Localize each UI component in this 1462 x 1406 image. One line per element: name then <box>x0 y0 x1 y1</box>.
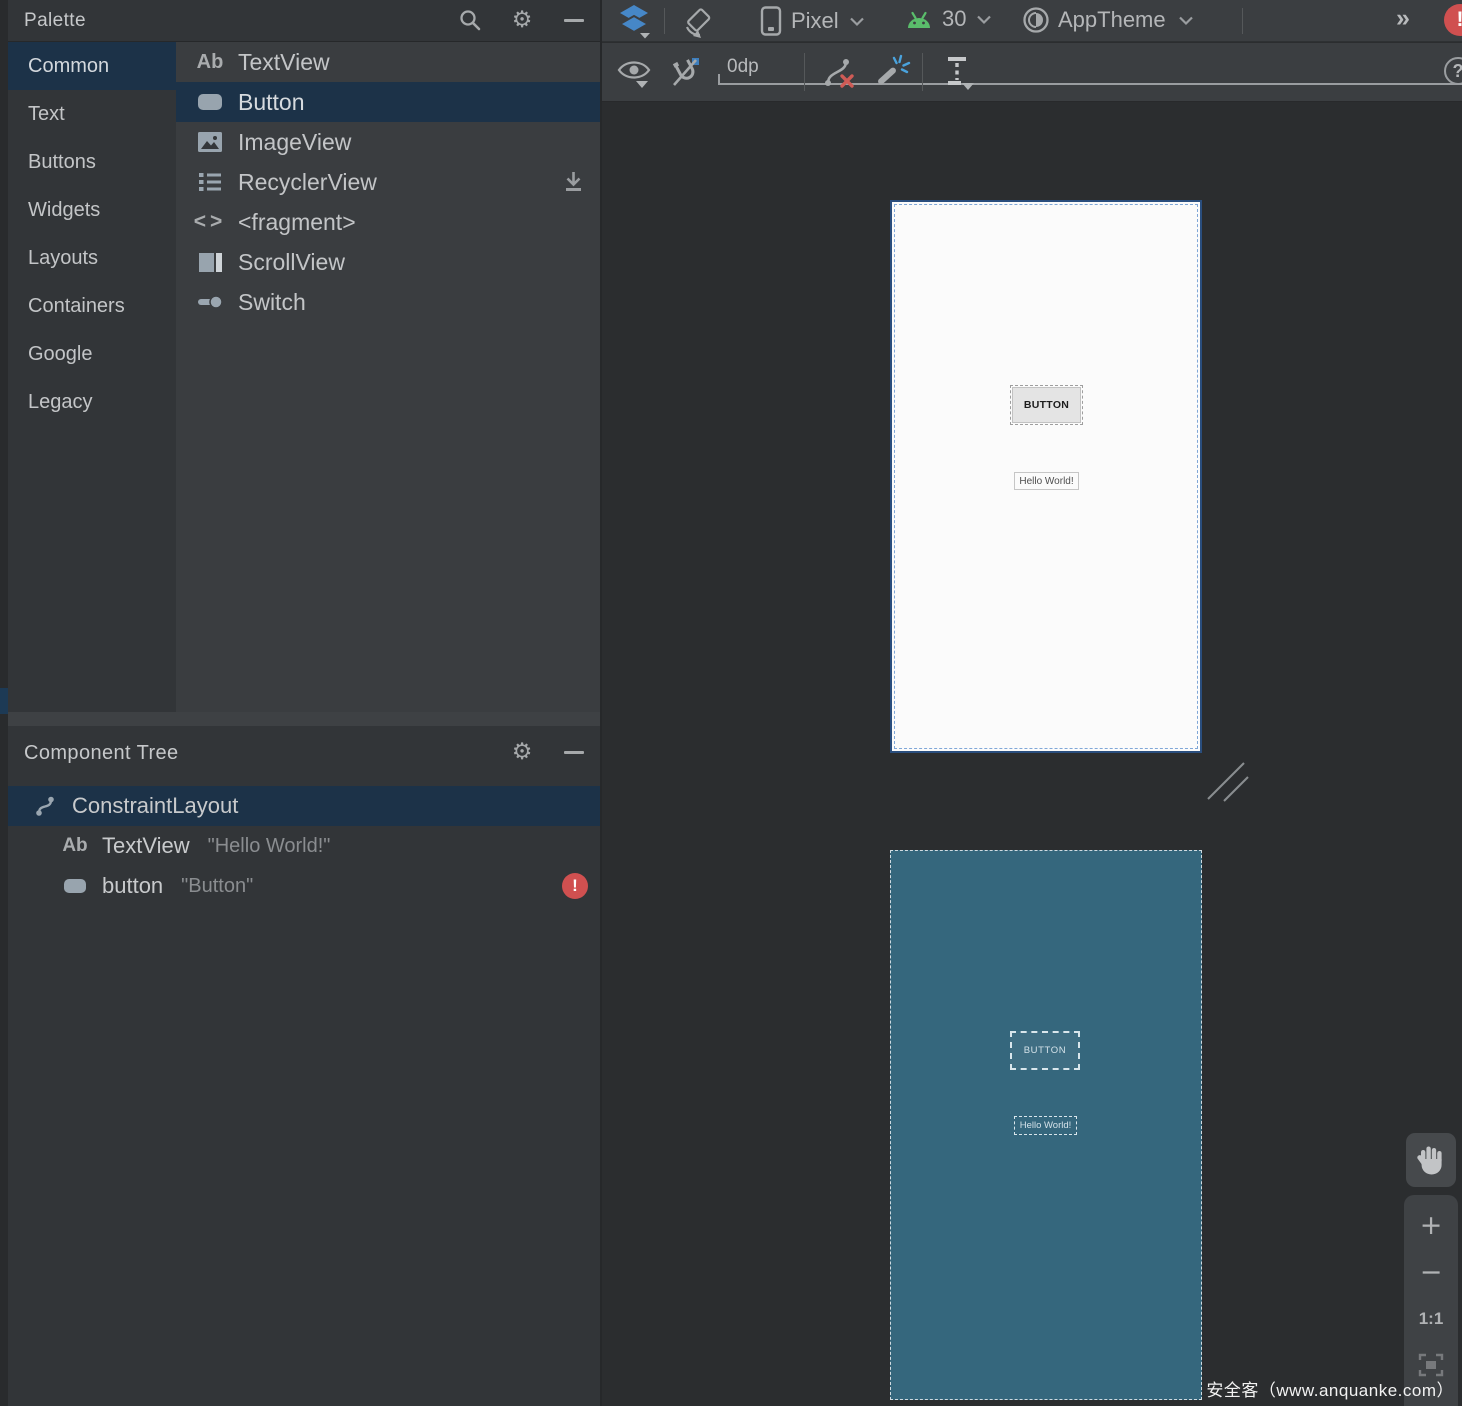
pack-vertical-icon <box>948 57 974 90</box>
category-containers[interactable]: Containers <box>8 282 176 330</box>
component-fragment[interactable]: <> <fragment> <box>176 202 600 242</box>
fragment-icon: <> <box>193 210 227 233</box>
chevron-down-icon <box>849 17 864 26</box>
component-recyclerview[interactable]: RecyclerView <box>176 162 600 202</box>
device-selector[interactable]: Pixel <box>760 6 865 36</box>
phone-icon <box>760 6 782 36</box>
infer-constraints-button[interactable] <box>874 53 912 91</box>
magnet-off-icon <box>672 58 699 86</box>
palette-categories: Common Text Buttons Widgets Layouts Cont… <box>8 42 176 712</box>
tool-window-stripe-button[interactable] <box>0 688 8 714</box>
gear-icon[interactable]: ⚙ <box>508 6 536 34</box>
design-preview-screen[interactable]: BUTTON Hello World! <box>890 200 1202 753</box>
pan-tool-button[interactable] <box>1406 1133 1456 1187</box>
magic-wand-icon <box>878 54 911 85</box>
palette-header: Palette ⚙ <box>8 0 600 42</box>
blueprint-preview-screen[interactable]: BUTTON Hello World! <box>890 850 1202 1400</box>
chevron-down-icon <box>1178 16 1193 25</box>
palette-title: Palette <box>24 10 86 31</box>
component-tree-title: Component Tree <box>24 742 179 764</box>
preview-button-blueprint[interactable]: BUTTON <box>1010 1031 1080 1070</box>
panel-splitter[interactable] <box>8 712 600 726</box>
toolbar-separator <box>664 8 665 34</box>
pack-align-button[interactable] <box>940 54 980 92</box>
component-tree-header: Component Tree ⚙ <box>8 726 600 780</box>
palette-panel: Palette ⚙ Common Text Buttons Widgets La… <box>8 0 600 712</box>
component-imageview[interactable]: ImageView <box>176 122 600 162</box>
preview-textview-blueprint[interactable]: Hello World! <box>1014 1116 1077 1135</box>
android-studio-layout-editor: Palette ⚙ Common Text Buttons Widgets La… <box>0 0 1462 1406</box>
clear-constraints-button[interactable] <box>820 55 856 91</box>
component-button[interactable]: Button <box>176 82 600 122</box>
tree-item-constraintlayout[interactable]: ConstraintLayout <box>8 786 600 826</box>
palette-component-list: Ab TextView Button ImageView RecyclerVie… <box>176 42 600 712</box>
android-icon <box>908 11 930 28</box>
zoom-controls: + − 1:1 <box>1404 1195 1458 1406</box>
recyclerview-icon <box>194 168 226 196</box>
search-icon <box>460 10 481 31</box>
tree-item-button[interactable]: button "Button" ! <box>8 866 600 906</box>
category-widgets[interactable]: Widgets <box>8 186 176 234</box>
toolbar-separator <box>804 53 805 91</box>
canvas-resize-handle[interactable] <box>1202 755 1252 805</box>
view-options-button[interactable] <box>616 55 652 89</box>
category-buttons[interactable]: Buttons <box>8 138 176 186</box>
chevron-down-icon <box>977 15 992 24</box>
zoom-out-button[interactable]: − <box>1420 1258 1443 1288</box>
theme-icon <box>1023 7 1049 33</box>
gear-icon[interactable]: ⚙ <box>508 738 536 766</box>
category-common[interactable]: Common <box>8 42 176 90</box>
toolbar-separator <box>1242 8 1243 34</box>
design-toolbar-constraints: 0dp <box>602 43 1462 102</box>
design-toolbar-main: Pixel 30 AppTheme » <box>602 0 1462 42</box>
button-icon <box>60 872 90 900</box>
scrollview-icon <box>194 248 226 276</box>
render-error-icon[interactable]: ! <box>1444 4 1462 36</box>
clear-constraints-icon <box>825 59 854 88</box>
imageview-icon <box>194 128 226 156</box>
overflow-menu-icon[interactable]: » <box>1396 4 1410 33</box>
component-scrollview[interactable]: ScrollView <box>176 242 600 282</box>
preview-textview[interactable]: Hello World! <box>1014 472 1079 490</box>
category-text[interactable]: Text <box>8 90 176 138</box>
zoom-actual-size-button[interactable]: 1:1 <box>1419 1305 1444 1333</box>
orientation-selector[interactable] <box>680 3 716 39</box>
design-canvas[interactable]: BUTTON Hello World! BUTTON Hello World! <box>602 103 1462 1406</box>
layers-icon <box>617 5 651 39</box>
rotate-device-icon <box>685 8 711 38</box>
switch-icon <box>194 288 226 316</box>
textview-icon: Ab <box>62 835 88 856</box>
download-icon[interactable] <box>561 169 586 200</box>
zoom-in-button[interactable]: + <box>1420 1211 1443 1241</box>
button-icon <box>194 88 226 116</box>
design-surface-selector[interactable] <box>616 3 654 39</box>
autoconnect-toggle-button[interactable] <box>668 54 704 90</box>
tree-item-textview[interactable]: Ab TextView "Hello World!" <box>8 826 600 866</box>
tool-window-strip <box>0 0 8 1406</box>
category-google[interactable]: Google <box>8 330 176 378</box>
toolbar-separator <box>922 53 923 91</box>
watermark-text: 安全客（www.anquanke.com） <box>1206 1381 1454 1400</box>
eye-icon <box>617 61 651 88</box>
component-switch[interactable]: Switch <box>176 282 600 322</box>
theme-selector[interactable]: AppTheme <box>1022 6 1194 34</box>
component-textview[interactable]: Ab TextView <box>176 42 600 82</box>
hand-icon <box>1417 1146 1442 1175</box>
category-layouts[interactable]: Layouts <box>8 234 176 282</box>
minimize-icon[interactable] <box>560 738 588 766</box>
constraintlayout-icon <box>30 792 60 820</box>
minimize-icon[interactable] <box>560 6 588 34</box>
component-tree-panel: Component Tree ⚙ ConstraintLayout Ab Tex… <box>8 726 600 1406</box>
textview-icon: Ab <box>196 50 224 73</box>
category-legacy[interactable]: Legacy <box>8 378 176 426</box>
api-level-selector[interactable]: 30 <box>904 6 992 32</box>
error-badge-icon[interactable]: ! <box>562 873 588 899</box>
component-tree-list: ConstraintLayout Ab TextView "Hello Worl… <box>8 786 600 906</box>
search-icon[interactable] <box>456 6 484 34</box>
preview-button[interactable]: BUTTON <box>1010 385 1083 425</box>
